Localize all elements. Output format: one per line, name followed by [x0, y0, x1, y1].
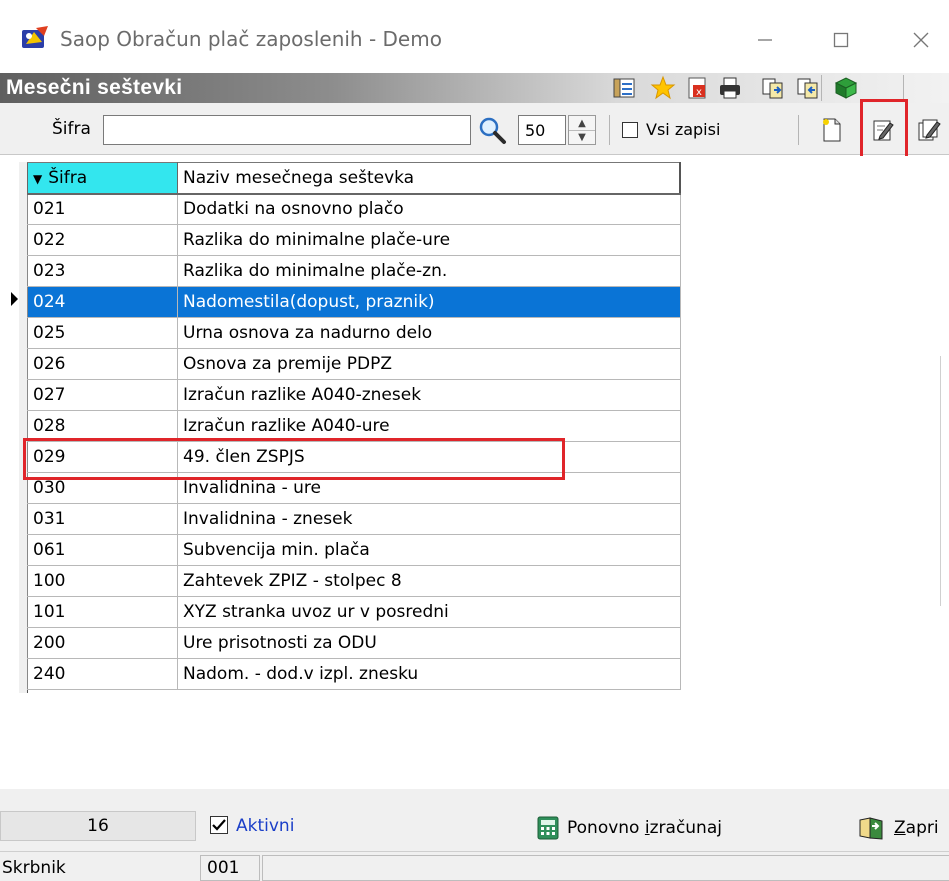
status-label: Skrbnik: [2, 858, 66, 878]
sifra-search-input[interactable]: [103, 115, 471, 145]
cell-sifra[interactable]: 028: [27, 410, 178, 442]
window-title-bar: Saop Obračun plač zaposlenih - Demo: [0, 0, 949, 80]
table-row[interactable]: 101 XYZ stranka uvoz ur v posredni: [27, 596, 681, 628]
spin-down-icon[interactable]: ▼: [569, 130, 595, 144]
module-header: Mesečni seštevki x: [0, 73, 949, 103]
record-count-spinner[interactable]: ▲ ▼: [568, 115, 596, 145]
selected-row-highlight: [23, 438, 565, 480]
cell-naziv[interactable]: Ure prisotnosti za ODU: [177, 627, 681, 659]
exit-book-icon[interactable]: [833, 75, 859, 101]
edit-multiple-icon[interactable]: [912, 113, 946, 147]
close-icon[interactable]: [898, 18, 944, 62]
active-checkbox[interactable]: [210, 816, 228, 834]
print-icon[interactable]: [717, 75, 743, 101]
close-book-icon: [859, 817, 883, 840]
import-records-icon[interactable]: [795, 75, 821, 101]
favorite-star-icon[interactable]: [650, 75, 676, 101]
cell-naziv[interactable]: Izračun razlike A040-znesek: [177, 379, 681, 411]
cell-sifra[interactable]: 200: [27, 627, 178, 659]
cell-sifra[interactable]: 027: [27, 379, 178, 411]
module-title: Mesečni seštevki: [6, 76, 183, 99]
table-row[interactable]: 061 Subvencija min. plača: [27, 534, 681, 566]
spin-up-icon[interactable]: ▲: [569, 116, 595, 130]
grid-area: ▼ Šifra Naziv mesečnega seštevka 021 Dodat…: [0, 156, 949, 789]
cell-sifra[interactable]: 023: [27, 255, 178, 287]
cell-naziv[interactable]: Razlika do minimalne plače-ure: [177, 224, 681, 256]
table-row[interactable]: 022 Razlika do minimalne plače-ure: [27, 224, 681, 256]
active-label: Aktivni: [236, 816, 295, 836]
sort-desc-icon: ▼: [33, 171, 43, 186]
table-row[interactable]: 100 Zahtevek ZPIZ - stolpec 8: [27, 565, 681, 597]
cell-naziv[interactable]: Dodatki na osnovno plačo: [177, 193, 681, 225]
cell-naziv[interactable]: Urna osnova za nadurno delo: [177, 317, 681, 349]
table-row[interactable]: 027 Izračun razlike A040-znesek: [27, 379, 681, 411]
toolbar-separator: [798, 115, 799, 145]
toolbar-separator: [609, 115, 610, 145]
svg-text:x: x: [696, 87, 702, 98]
export-excel-icon[interactable]: x: [684, 75, 710, 101]
cell-sifra[interactable]: 031: [27, 503, 178, 535]
close-button[interactable]: Zapri: [858, 813, 939, 843]
all-records-label: Vsi zapisi: [646, 120, 721, 139]
table-row[interactable]: 028 Izračun razlike A040-ure: [27, 410, 681, 442]
window-title: Saop Obračun plač zaposlenih - Demo: [60, 27, 442, 51]
cell-sifra[interactable]: 061: [27, 534, 178, 566]
table-row[interactable]: 240 Nadom. - dod.v izpl. znesku: [27, 658, 681, 690]
sifra-label: Šifra: [52, 119, 91, 139]
cell-naziv[interactable]: Razlika do minimalne plače-zn.: [177, 255, 681, 287]
table-row[interactable]: 025 Urna osnova za nadurno delo: [27, 317, 681, 349]
footer-panel: 16 Aktivni Ponovno izračunaj Zapri Skrbn…: [0, 789, 949, 881]
cell-naziv[interactable]: Subvencija min. plača: [177, 534, 681, 566]
minimize-icon[interactable]: [742, 18, 788, 62]
table-row[interactable]: 023 Razlika do minimalne plače-zn.: [27, 255, 681, 287]
status-panel: [262, 855, 949, 881]
cell-naziv[interactable]: Zahtevek ZPIZ - stolpec 8: [177, 565, 681, 597]
record-count-display: 16: [0, 811, 196, 841]
column-header-naziv[interactable]: Naziv mesečnega seštevka: [177, 162, 681, 195]
table-row[interactable]: 031 Invalidnina - znesek: [27, 503, 681, 535]
columns-icon[interactable]: [611, 75, 637, 101]
scroll-edge: [940, 356, 941, 606]
cell-sifra[interactable]: 025: [27, 317, 178, 349]
table-row[interactable]: 200 Ure prisotnosti za ODU: [27, 627, 681, 659]
toolbar-separator: [821, 75, 822, 101]
cell-naziv[interactable]: Nadomestila(dopust, praznik): [177, 286, 681, 318]
filter-toolbar: Šifra ▲ ▼ Vsi zapisi: [0, 103, 949, 155]
column-header-sifra[interactable]: ▼ Šifra: [27, 162, 178, 195]
cell-naziv[interactable]: Nadom. - dod.v izpl. znesku: [177, 658, 681, 690]
search-icon[interactable]: [477, 115, 507, 145]
copy-records-icon[interactable]: [760, 75, 786, 101]
table-header-row: ▼ Šifra Naziv mesečnega seštevka: [27, 162, 681, 195]
maximize-icon[interactable]: [818, 18, 864, 62]
table-row[interactable]: 026 Osnova za premije PDPZ: [27, 348, 681, 380]
cell-sifra[interactable]: 026: [27, 348, 178, 380]
recalculate-label: Ponovno izračunaj: [567, 818, 722, 838]
cell-sifra[interactable]: 100: [27, 565, 178, 597]
cell-naziv[interactable]: Osnova za premije PDPZ: [177, 348, 681, 380]
calculator-icon: [537, 816, 559, 840]
all-records-checkbox[interactable]: [622, 122, 638, 138]
cell-sifra[interactable]: 101: [27, 596, 178, 628]
status-bar: Skrbnik 001: [0, 851, 949, 881]
record-count-input[interactable]: [518, 115, 566, 145]
cell-sifra[interactable]: 022: [27, 224, 178, 256]
toolbar-separator: [903, 75, 904, 101]
edit-record-highlight: [860, 99, 908, 159]
cell-sifra[interactable]: 240: [27, 658, 178, 690]
table-row[interactable]: 024 Nadomestila(dopust, praznik): [27, 286, 681, 318]
cell-sifra[interactable]: 021: [27, 193, 178, 225]
summaries-table: ▼ Šifra Naziv mesečnega seštevka 021 Dodat…: [27, 162, 681, 690]
recalculate-button[interactable]: Ponovno izračunaj: [537, 813, 722, 843]
cell-naziv[interactable]: Invalidnina - znesek: [177, 503, 681, 535]
status-value: 001: [200, 855, 260, 881]
current-row-arrow-icon: [11, 292, 18, 306]
app-logo-icon: [22, 26, 48, 48]
table-row[interactable]: 021 Dodatki na osnovno plačo: [27, 193, 681, 225]
cell-naziv[interactable]: XYZ stranka uvoz ur v posredni: [177, 596, 681, 628]
new-record-icon[interactable]: [815, 113, 849, 147]
cell-naziv[interactable]: Izračun razlike A040-ure: [177, 410, 681, 442]
close-label: Zapri: [894, 818, 939, 838]
cell-sifra[interactable]: 024: [27, 286, 178, 318]
